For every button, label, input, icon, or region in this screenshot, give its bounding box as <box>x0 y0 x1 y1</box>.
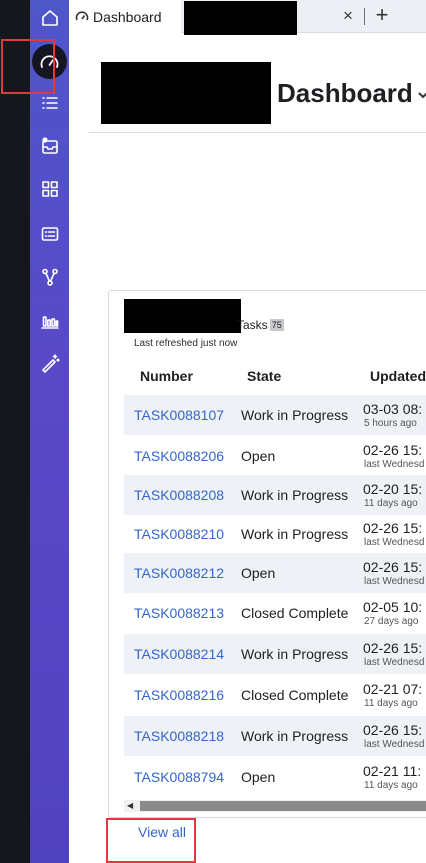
close-icon[interactable]: × <box>338 6 358 26</box>
bar-chart-icon <box>40 316 59 329</box>
home-icon <box>41 10 58 26</box>
count-badge: 75 <box>269 319 284 331</box>
grid-icon <box>41 181 58 197</box>
task-updated-relative: last Wednesd <box>364 657 425 668</box>
tab-bar: Dashboard × + <box>69 0 426 35</box>
task-number-link[interactable]: TASK0088208 <box>134 487 224 503</box>
tab-dashboard[interactable]: Dashboard <box>69 0 181 33</box>
task-updated: 02-26 15: <box>363 640 423 656</box>
sidebar-item-grid[interactable] <box>30 173 69 205</box>
task-state: Work in Progress <box>241 526 349 542</box>
column-header-state[interactable]: State <box>247 368 281 384</box>
task-state: Work in Progress <box>241 487 349 503</box>
sidebar-item-list[interactable] <box>30 87 69 119</box>
sidebar-item-forms[interactable] <box>30 218 69 250</box>
task-updated: 02-20 15: <box>363 481 423 497</box>
tab-redacted[interactable]: × + <box>181 0 425 35</box>
task-updated-relative: 11 days ago <box>364 498 418 509</box>
card-title-text: Tasks <box>237 318 268 332</box>
dashboard-gauge-icon <box>40 55 59 68</box>
table-row[interactable]: TASK0088208 Work in Progress 02-20 15: 1… <box>124 475 426 515</box>
table-row[interactable]: TASK0088212 Open 02-26 15: last Wednesd <box>124 553 426 593</box>
inbox-icon <box>41 137 58 154</box>
horizontal-scrollbar[interactable]: ◀ <box>124 800 426 812</box>
task-state: Work in Progress <box>241 728 349 744</box>
dashboard-gauge-icon <box>75 10 89 20</box>
last-refreshed-text: Last refreshed just now <box>134 338 238 349</box>
sidebar-item-reports[interactable] <box>30 305 69 337</box>
task-updated: 03-03 08: <box>363 401 423 417</box>
task-updated: 02-21 11: <box>363 763 422 779</box>
table-row[interactable]: TASK0088206 Open 02-26 15: last Wednesd <box>124 436 426 476</box>
task-updated-relative: last Wednesd <box>364 537 425 548</box>
task-state: Open <box>241 769 276 785</box>
task-number-link[interactable]: TASK0088218 <box>134 728 224 744</box>
task-number-link[interactable]: TASK0088214 <box>134 646 224 662</box>
task-state: Work in Progress <box>241 407 349 423</box>
card-title: Tasks 75 <box>237 318 284 332</box>
table-row[interactable]: TASK0088218 Work in Progress 02-26 15: l… <box>124 716 426 756</box>
task-updated: 02-05 10: <box>363 599 423 615</box>
task-updated: 02-26 15: <box>363 559 423 575</box>
task-updated: 02-26 15: <box>363 520 423 536</box>
table-row[interactable]: TASK0088107 Work in Progress 03-03 08: 5… <box>124 395 426 435</box>
sidebar-item-inbox[interactable] <box>30 130 69 162</box>
task-state: Open <box>241 565 276 581</box>
tab-dashboard-label: Dashboard <box>93 8 162 25</box>
sidebar-item-magic[interactable] <box>30 347 69 379</box>
task-number-link[interactable]: TASK0088213 <box>134 605 224 621</box>
task-updated-relative: 11 days ago <box>364 780 418 791</box>
task-updated-relative: 5 hours ago <box>364 418 417 429</box>
workflow-icon <box>41 268 58 286</box>
table-row[interactable]: TASK0088216 Closed Complete 02-21 07: 11… <box>124 675 426 715</box>
add-tab-button[interactable]: + <box>371 2 393 28</box>
task-number-link[interactable]: TASK0088794 <box>134 769 224 785</box>
task-state: Work in Progress <box>241 646 349 662</box>
task-updated: 02-26 15: <box>363 722 423 738</box>
table-row[interactable]: TASK0088214 Work in Progress 02-26 15: l… <box>124 634 426 674</box>
form-icon <box>41 227 58 241</box>
task-updated-relative: 11 days ago <box>364 698 418 709</box>
task-state: Closed Complete <box>241 687 349 703</box>
chevron-down-icon[interactable] <box>417 88 426 100</box>
sidebar-item-workflow[interactable] <box>30 261 69 293</box>
scroll-left-arrow-icon[interactable]: ◀ <box>127 801 135 811</box>
redacted-title-block <box>101 62 271 124</box>
left-edge-strip <box>0 0 30 863</box>
task-updated-relative: last Wednesd <box>364 459 425 470</box>
magic-wand-icon <box>41 354 60 373</box>
task-updated: 02-26 15: <box>363 442 423 458</box>
task-updated: 02-21 07: <box>363 681 423 697</box>
sidebar-item-dashboard[interactable] <box>32 44 67 79</box>
list-icon <box>41 97 58 109</box>
table-row[interactable]: TASK0088210 Work in Progress 02-26 15: l… <box>124 514 426 554</box>
task-updated-relative: 27 days ago <box>364 616 419 627</box>
column-header-updated[interactable]: Updated <box>370 368 426 384</box>
task-number-link[interactable]: TASK0088210 <box>134 526 224 542</box>
header-divider <box>89 132 426 133</box>
redacted-card-title <box>124 299 241 333</box>
scrollbar-thumb[interactable] <box>140 801 426 811</box>
tab-separator <box>364 8 365 25</box>
task-state: Open <box>241 448 276 464</box>
column-header-number[interactable]: Number <box>140 368 193 384</box>
task-updated-relative: last Wednesd <box>364 739 425 750</box>
view-all-link[interactable]: View all <box>138 824 186 840</box>
page-title[interactable]: Dashboard <box>277 78 413 109</box>
redacted-tab-label <box>184 1 297 35</box>
task-number-link[interactable]: TASK0088212 <box>134 565 224 581</box>
sidebar-item-home[interactable] <box>30 2 69 34</box>
table-row[interactable]: TASK0088213 Closed Complete 02-05 10: 27… <box>124 593 426 633</box>
task-updated-relative: last Wednesd <box>364 576 425 587</box>
table-row[interactable]: TASK0088794 Open 02-21 11: 11 days ago <box>124 757 426 797</box>
task-number-link[interactable]: TASK0088206 <box>134 448 224 464</box>
task-number-link[interactable]: TASK0088216 <box>134 687 224 703</box>
sidebar <box>30 0 69 863</box>
task-state: Closed Complete <box>241 605 349 621</box>
task-number-link[interactable]: TASK0088107 <box>134 407 224 423</box>
